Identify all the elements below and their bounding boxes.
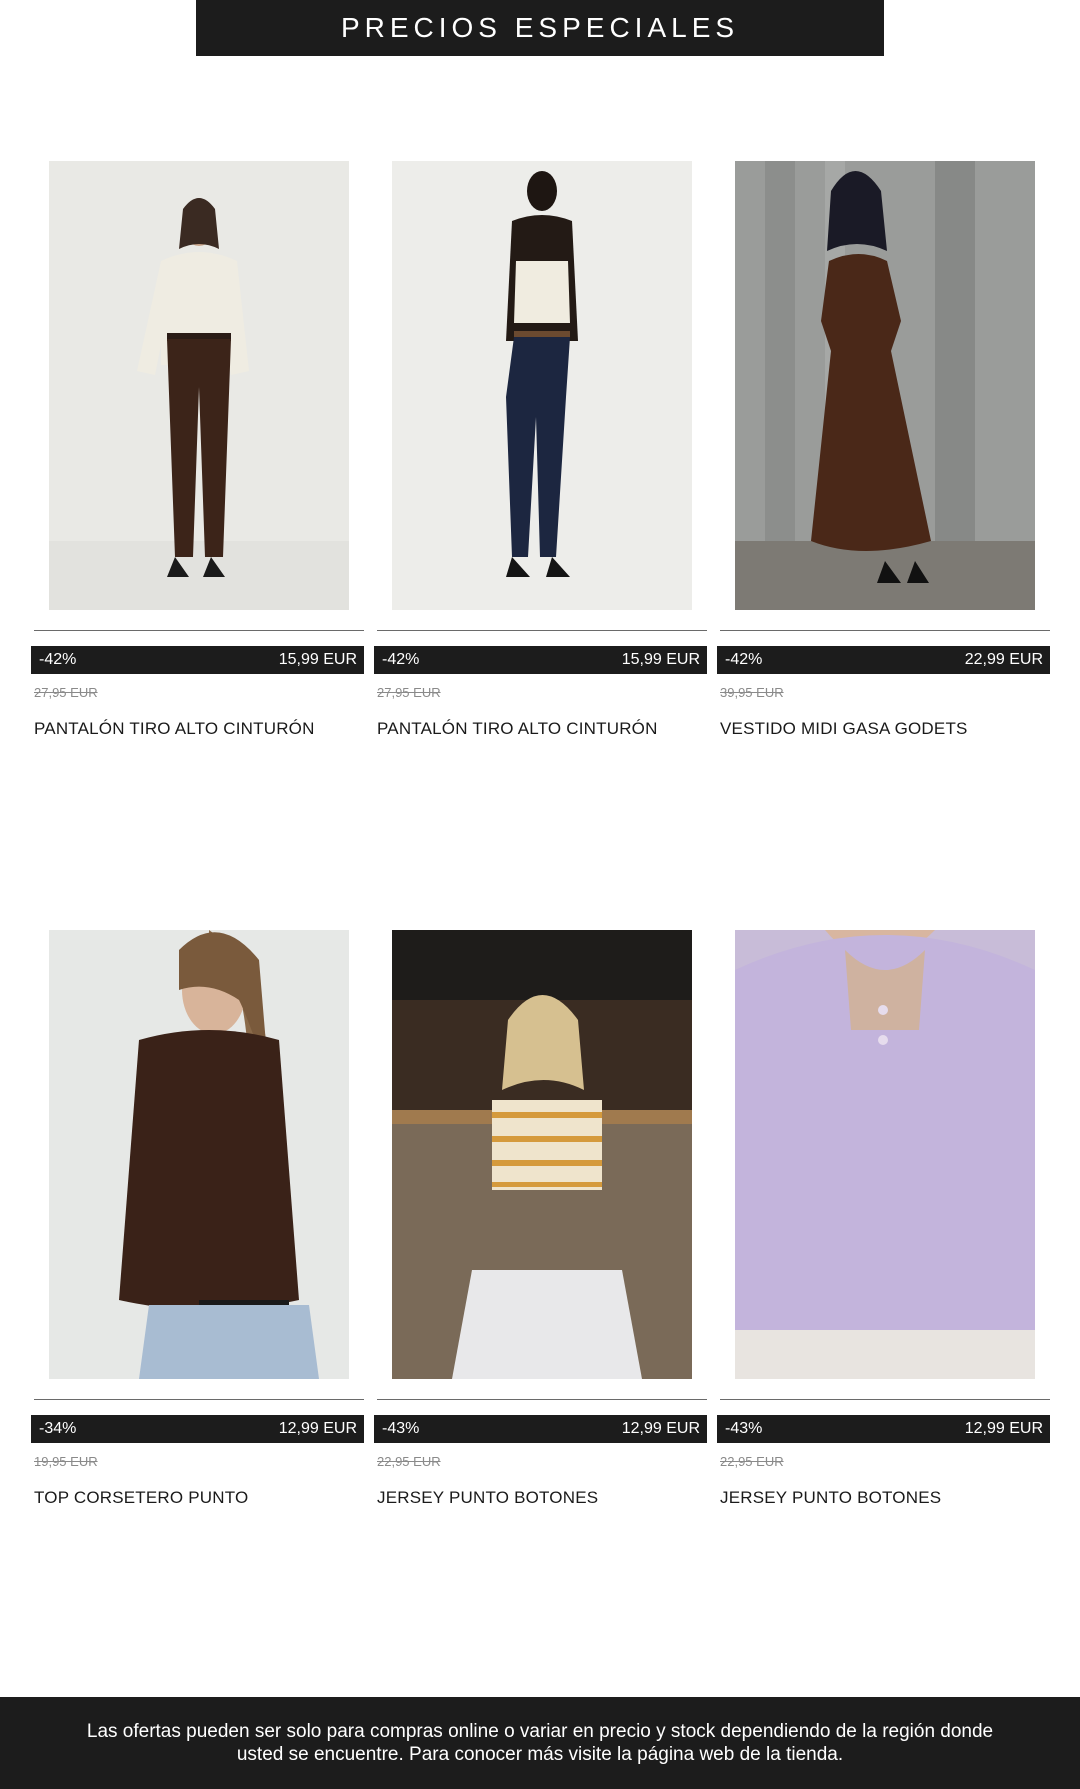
discount-badge: -42% xyxy=(382,651,420,668)
divider xyxy=(34,630,364,631)
price-bar: -42% 22,99 EUR xyxy=(717,646,1050,674)
product-name[interactable]: VESTIDO MIDI GASA GODETS xyxy=(720,719,968,739)
product-image[interactable] xyxy=(49,161,349,610)
divider xyxy=(377,630,707,631)
discount-badge: -42% xyxy=(725,651,763,668)
sale-price: 12,99 EUR xyxy=(964,1420,1043,1437)
product-image[interactable] xyxy=(735,161,1035,610)
product-image[interactable] xyxy=(392,161,692,610)
sale-price: 22,99 EUR xyxy=(964,651,1043,668)
price-bar: -42% 15,99 EUR xyxy=(31,646,364,674)
product-name[interactable]: TOP CORSETERO PUNTO xyxy=(34,1488,248,1508)
discount-badge: -43% xyxy=(382,1420,420,1437)
product-name[interactable]: JERSEY PUNTO BOTONES xyxy=(720,1488,941,1508)
disclaimer-text: Las ofertas pueden ser solo para compras… xyxy=(86,1721,994,1765)
divider xyxy=(377,1399,707,1400)
original-price: 22,95 EUR xyxy=(720,1454,784,1469)
original-price: 22,95 EUR xyxy=(377,1454,441,1469)
original-price: 19,95 EUR xyxy=(34,1454,98,1469)
divider xyxy=(720,630,1050,631)
sale-price: 15,99 EUR xyxy=(278,651,357,668)
product-name[interactable]: JERSEY PUNTO BOTONES xyxy=(377,1488,598,1508)
page-title: PRECIOS ESPECIALES xyxy=(340,12,740,43)
original-price: 27,95 EUR xyxy=(34,685,98,700)
divider xyxy=(720,1399,1050,1400)
original-price: 27,95 EUR xyxy=(377,685,441,700)
sale-price: 15,99 EUR xyxy=(621,651,700,668)
product-name[interactable]: PANTALÓN TIRO ALTO CINTURÓN xyxy=(377,719,658,739)
discount-badge: -43% xyxy=(725,1420,763,1437)
divider xyxy=(34,1399,364,1400)
product-image[interactable] xyxy=(49,930,349,1379)
product-image[interactable] xyxy=(392,930,692,1379)
sale-price: 12,99 EUR xyxy=(278,1420,357,1437)
price-bar: -42% 15,99 EUR xyxy=(374,646,707,674)
product-image[interactable] xyxy=(735,930,1035,1379)
footer-disclaimer: Las ofertas pueden ser solo para compras… xyxy=(0,1697,1080,1789)
discount-badge: -42% xyxy=(39,651,77,668)
discount-badge: -34% xyxy=(39,1420,77,1437)
price-bar: -34% 12,99 EUR xyxy=(31,1415,364,1443)
page-title-banner[interactable]: PRECIOS ESPECIALES xyxy=(196,0,884,56)
price-bar: -43% 12,99 EUR xyxy=(374,1415,707,1443)
price-bar: -43% 12,99 EUR xyxy=(717,1415,1050,1443)
product-name[interactable]: PANTALÓN TIRO ALTO CINTURÓN xyxy=(34,719,315,739)
sale-price: 12,99 EUR xyxy=(621,1420,700,1437)
original-price: 39,95 EUR xyxy=(720,685,784,700)
